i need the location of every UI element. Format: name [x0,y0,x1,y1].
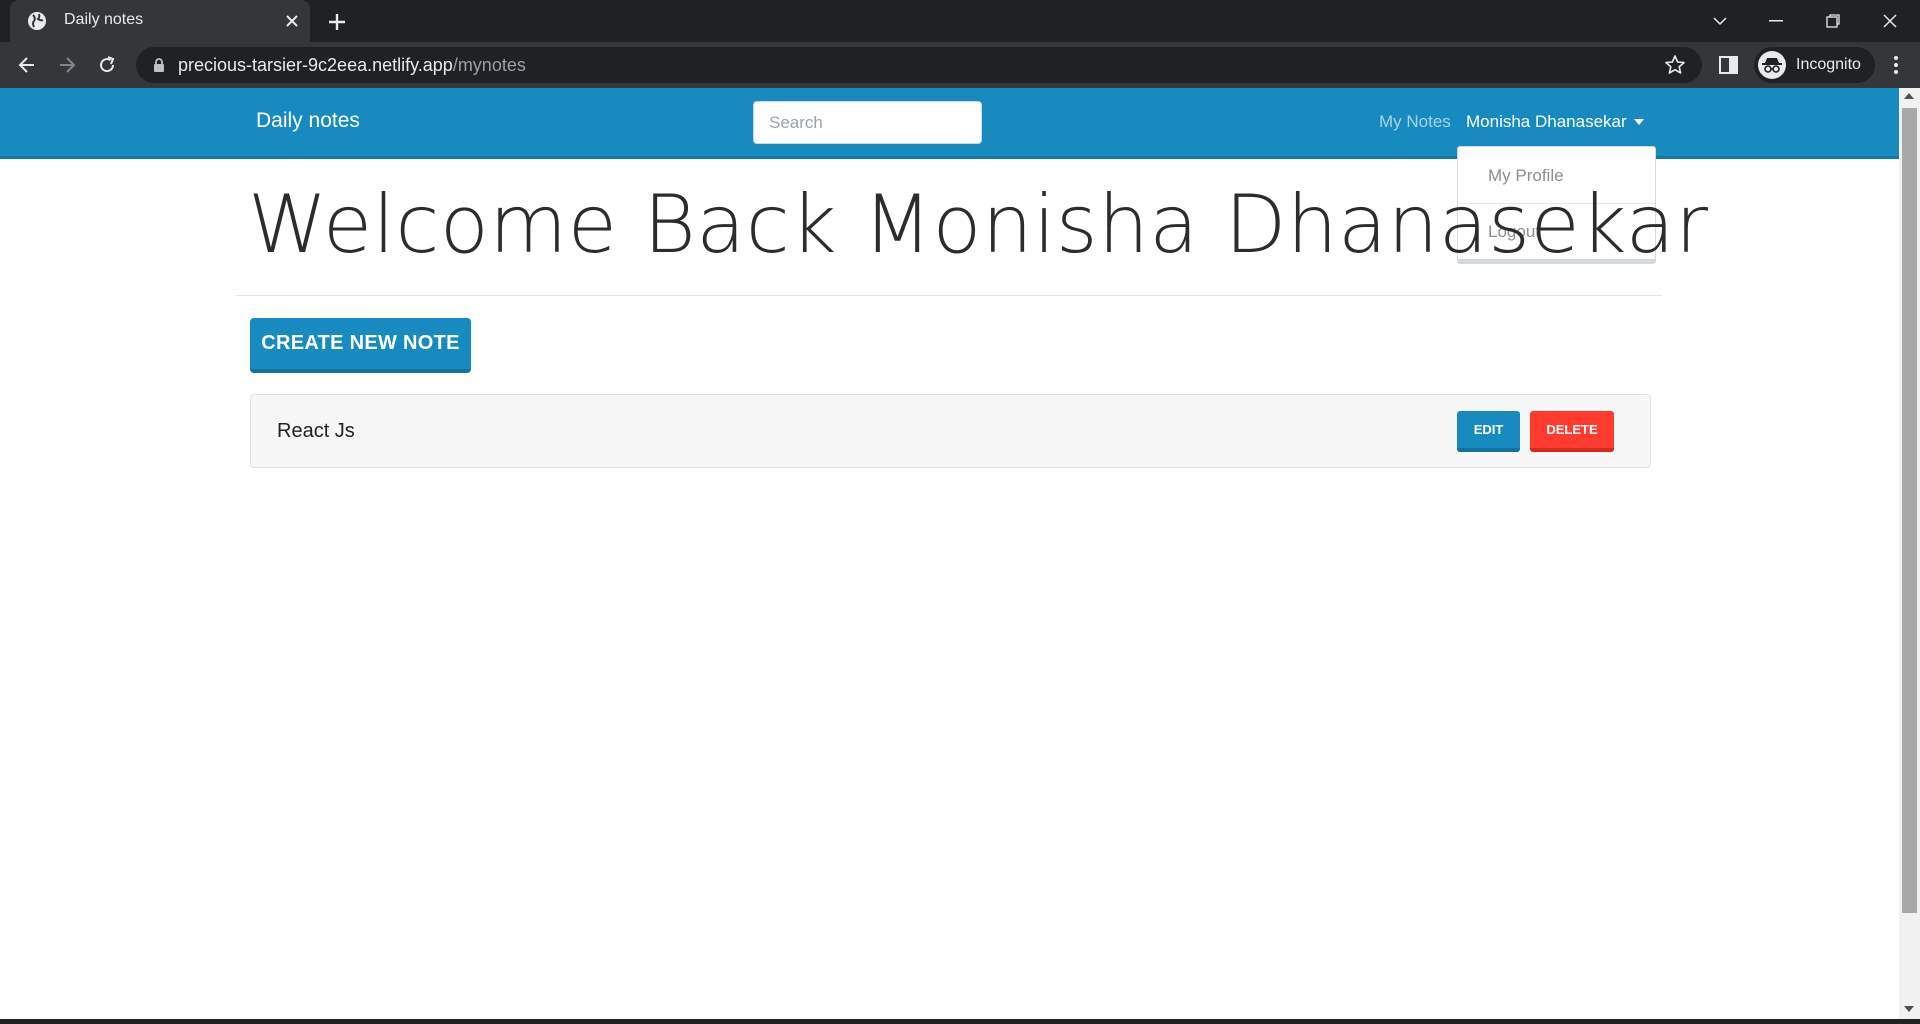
reload-icon[interactable] [93,51,121,79]
browser-menu-icon[interactable] [1884,52,1908,78]
delete-note-button[interactable]: DELETE [1530,411,1614,452]
note-card[interactable]: React Js EDIT DELETE [250,394,1651,468]
address-bar[interactable]: precious-tarsier-9c2eea.netlify.app/myno… [136,47,1702,83]
window-bottom-edge [0,1019,1920,1024]
side-panel-icon[interactable] [1717,52,1741,78]
scroll-down-arrow-icon[interactable] [1904,1006,1914,1012]
url-path: /mynotes [452,55,526,75]
minimize-icon[interactable] [1748,6,1804,36]
scrollbar-thumb[interactable] [1902,108,1917,913]
title-divider [236,295,1662,296]
search-input[interactable] [753,101,982,144]
new-tab-icon[interactable] [324,9,350,35]
brand-link[interactable]: Daily notes [256,109,360,133]
user-name: Monisha Dhanasekar [1466,112,1627,131]
url-host: precious-tarsier-9c2eea.netlify.app [178,55,453,75]
close-tab-icon[interactable] [282,11,302,31]
close-window-icon[interactable] [1862,6,1918,36]
forward-icon[interactable] [53,51,81,79]
edit-note-button[interactable]: EDIT [1457,411,1520,452]
back-icon[interactable] [13,51,41,79]
caret-down-icon [1633,119,1644,125]
user-menu-toggle[interactable]: Monisha Dhanasekar [1466,112,1644,132]
page-scrollbar[interactable] [1899,88,1920,1020]
tab-search-icon[interactable] [1692,6,1748,36]
note-title[interactable]: React Js [277,420,355,443]
page-title: Welcome Back Monisha Dhanasekar [248,178,1709,271]
bookmark-star-icon[interactable] [1664,54,1686,76]
restore-icon[interactable] [1805,6,1861,36]
nav-my-notes-link[interactable]: My Notes [1379,112,1451,132]
lock-icon[interactable] [152,57,166,73]
incognito-icon [1758,51,1786,79]
globe-icon [28,12,46,30]
browser-toolbar: precious-tarsier-9c2eea.netlify.app/myno… [0,42,1920,88]
tab-title: Daily notes [64,11,144,28]
scroll-up-arrow-icon[interactable] [1904,93,1914,99]
create-new-note-button[interactable]: CREATE NEW NOTE [250,318,471,373]
incognito-label: Incognito [1796,56,1861,73]
url-text: precious-tarsier-9c2eea.netlify.app/myno… [178,55,526,76]
browser-tabstrip: Daily notes [0,0,1920,42]
browser-tab[interactable]: Daily notes [10,0,310,42]
incognito-profile-button[interactable]: Incognito [1754,47,1875,83]
